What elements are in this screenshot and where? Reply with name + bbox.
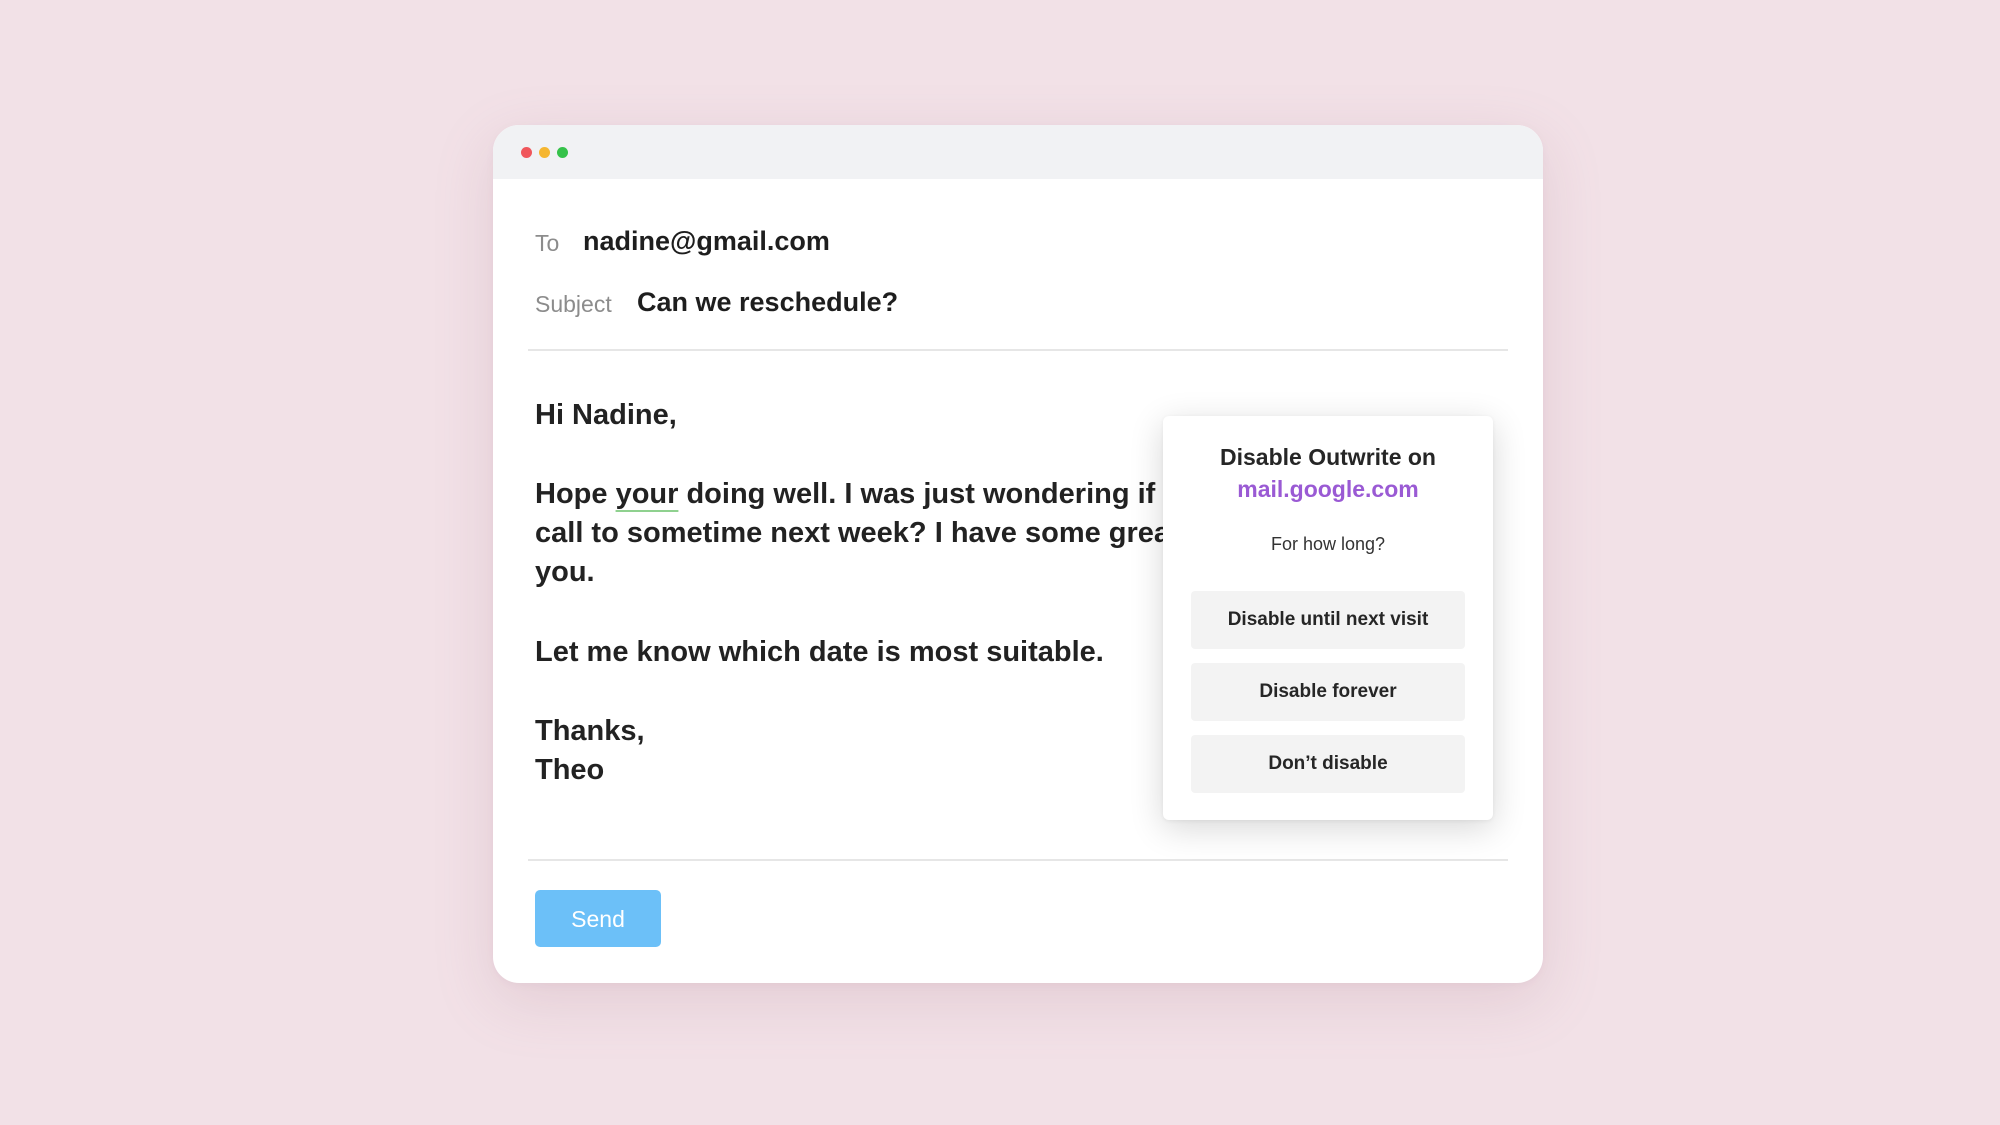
to-field[interactable]: nadine@gmail.com <box>583 226 830 257</box>
body-text-line: you. <box>535 556 595 588</box>
body-text-line: call to sometime next week? I have some … <box>535 517 1171 549</box>
disable-forever-button[interactable]: Disable forever <box>1191 663 1465 721</box>
window-titlebar <box>493 125 1543 179</box>
popup-domain: mail.google.com <box>1237 476 1419 502</box>
close-window-icon[interactable] <box>521 147 532 158</box>
subject-field[interactable]: Can we reschedule? <box>637 287 898 318</box>
footer-divider <box>528 859 1508 861</box>
dont-disable-button[interactable]: Don’t disable <box>1191 735 1465 793</box>
popup-title: Disable Outwrite on <box>1220 444 1436 470</box>
disable-until-next-visit-button[interactable]: Disable until next visit <box>1191 591 1465 649</box>
header-divider <box>528 349 1508 351</box>
body-text-segment: doing well. I was just wondering if w <box>678 478 1186 510</box>
body-text-segment: Hope <box>535 478 616 510</box>
to-label: To <box>535 230 560 256</box>
minimize-window-icon[interactable] <box>539 147 550 158</box>
disable-outwrite-popup: Disable Outwrite on mail.google.com For … <box>1163 416 1493 820</box>
popup-question: For how long? <box>1270 534 1386 554</box>
subject-label: Subject <box>535 291 612 317</box>
grammar-suggestion-word[interactable]: your <box>616 478 679 510</box>
send-button[interactable]: Send <box>535 890 661 947</box>
maximize-window-icon[interactable] <box>557 147 568 158</box>
